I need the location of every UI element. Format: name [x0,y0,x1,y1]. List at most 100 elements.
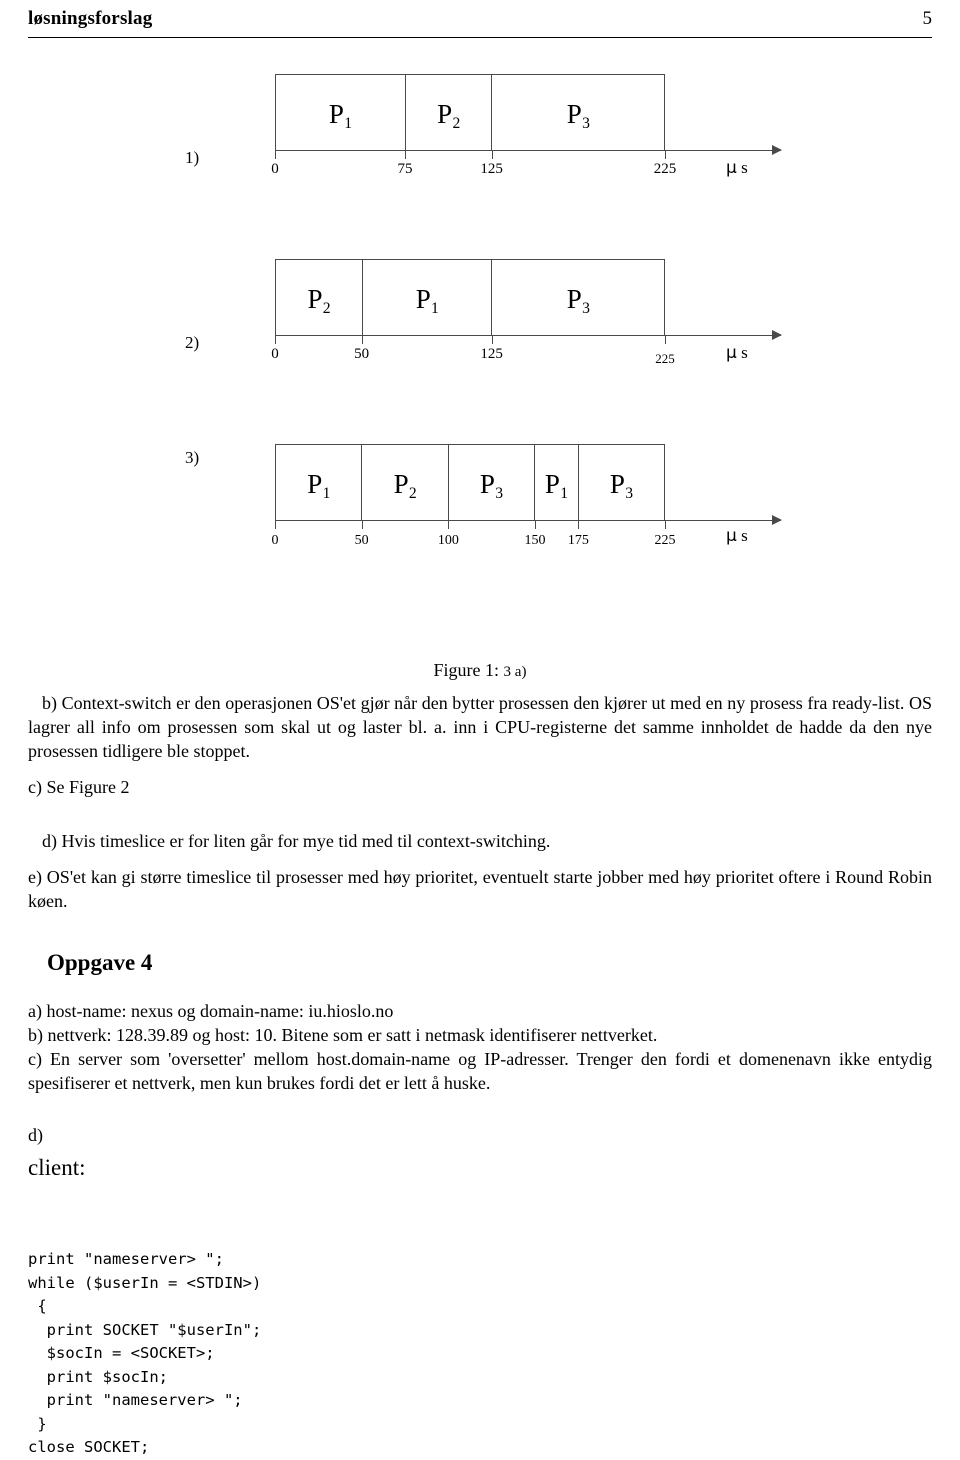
figure-caption-text: 3 a) [503,664,527,680]
axis-tick-label: 225 [654,533,676,548]
header-divider [28,37,932,38]
axis-tick-label: 0 [271,161,279,177]
time-axis [275,335,781,336]
process-label: P2 [393,469,417,503]
axis-tick-label: 75 [397,161,413,177]
axis-tick-label: 225 [655,351,675,366]
gantt-row-label: 3) [185,448,200,467]
gantt-segment: P3 [579,445,664,520]
gantt-segment: P3 [492,75,664,150]
paragraph-b-text: b) Context-switch er den operasjonen OS'… [28,693,932,761]
paragraph-e: e) OS'et kan gi større timeslice til pro… [28,866,932,914]
axis-tick [361,520,363,529]
process-label: P3 [566,284,590,318]
axis-tick [665,335,666,344]
axis-tick-label: 50 [354,346,370,362]
axis-tick [665,520,666,529]
axis-tick-label: 125 [480,161,503,177]
process-label: P1 [328,99,353,133]
code-line: print "nameserver> "; [28,1391,243,1410]
gantt-segment: P2 [276,260,363,335]
gantt-segment: P1 [363,260,493,335]
axis-tick [491,150,493,159]
gantt-segment: P1 [276,445,363,520]
figure-caption: Figure 1: 3 a) [0,660,960,681]
axis-arrow-icon [772,515,782,525]
page-header: løsningsforslag 5 [28,8,932,30]
axis-tick-label: 100 [437,533,459,548]
header-title: løsningsforslag [28,8,153,29]
client-label: client: [28,1155,86,1180]
paragraph-e-text: e) OS'et kan gi større timeslice til pro… [28,867,932,911]
gantt-segment: P3 [449,445,535,520]
axis-tick [448,520,450,529]
gantt-row-label: 1) [185,148,200,167]
oppgave-4-a-line: a) host-name: nexus og domain-name: iu.h… [28,1001,394,1021]
axis-tick-label: 0 [271,533,279,548]
axis-tick-label: 125 [480,346,503,362]
axis-unit-label: μ s [726,343,748,363]
gantt-segment: P1 [535,445,579,520]
process-label: P1 [415,284,439,318]
figure-caption-label: Figure 1: [433,660,500,680]
axis-tick-label: 175 [567,533,589,548]
code-line: close SOCKET; [28,1438,150,1457]
axis-tick [361,335,363,344]
axis-arrow-icon [772,330,782,340]
section-heading-oppgave-4: Oppgave 4 [47,950,153,975]
paragraph-b: b) Context-switch er den operasjonen OS'… [28,692,932,764]
code-block-client: print "nameserver> "; while ($userIn = <S… [28,1248,261,1460]
axis-tick [275,520,276,529]
gantt-bar-track: P1 P2 P3 [275,74,665,150]
time-axis [275,520,781,521]
code-line: { [28,1297,47,1316]
gantt-chart-3: 3) P1 P2 P3 P1 P3 0 50 100 150 175 225 μ s [0,430,960,615]
process-label: P3 [479,469,504,503]
time-axis [275,150,781,151]
axis-tick [405,150,406,159]
process-label: P3 [566,99,590,133]
paragraph-d: d) Hvis timeslice er for liten går for m… [28,830,932,854]
code-line: print SOCKET "$userIn"; [28,1320,262,1339]
gantt-segment: P2 [362,445,449,520]
axis-arrow-icon [772,145,782,155]
gantt-bar-track: P1 P2 P3 P1 P3 [275,444,665,520]
axis-tick-label: 150 [524,533,546,548]
gantt-chart-2: 2) P2 P1 P3 0 50 125 225 μ s [0,245,960,430]
axis-tick [275,335,276,344]
axis-tick-label: 0 [271,346,279,362]
process-label: P2 [437,99,461,133]
axis-tick [275,150,276,159]
oppgave-4-d-line: d) [28,1125,43,1145]
gantt-chart-1: 1) P1 P2 P3 0 75 125 225 μ s [0,60,960,245]
paragraph-c: c) Se Figure 2 [28,776,932,800]
axis-tick-label: 225 [653,161,677,177]
oppgave-4-answers: a) host-name: nexus og domain-name: iu.h… [28,1000,932,1096]
paragraph-c-text: c) Se Figure 2 [28,777,130,797]
axis-tick [665,150,666,159]
gantt-segment: P1 [276,75,406,150]
axis-unit-label: μ s [726,526,748,546]
gantt-segment: P2 [406,75,493,150]
axis-tick [491,335,493,344]
oppgave-4-c-line: c) En server som 'oversetter' mellom hos… [28,1048,932,1093]
process-label: P1 [544,469,569,503]
oppgave-4-b-line: b) nettverk: 128.39.89 og host: 10. Bite… [28,1024,658,1045]
axis-tick [578,520,580,529]
axis-tick [535,520,536,529]
code-line: print $socIn; [28,1367,168,1386]
axis-tick-label: 50 [354,533,369,548]
axis-unit-label: μ s [726,158,748,178]
code-line: $socIn = <SOCKET>; [28,1344,215,1363]
gantt-segment: P3 [492,260,664,335]
oppgave-4-d-label: d) [28,1124,932,1148]
process-label: P3 [609,469,634,503]
process-label: P2 [307,284,331,318]
paragraph-d-text: d) Hvis timeslice er for liten går for m… [42,831,551,851]
code-line: while ($userIn = <STDIN>) [28,1273,262,1292]
process-label: P1 [307,469,331,503]
gantt-chart-group: 1) P1 P2 P3 0 75 125 225 μ s 2) P2 P1 P3 0 50 125 225 μ s… [0,60,960,615]
code-line: } [28,1414,47,1433]
gantt-row-label: 2) [185,333,200,352]
gantt-bar-track: P2 P1 P3 [275,259,665,335]
